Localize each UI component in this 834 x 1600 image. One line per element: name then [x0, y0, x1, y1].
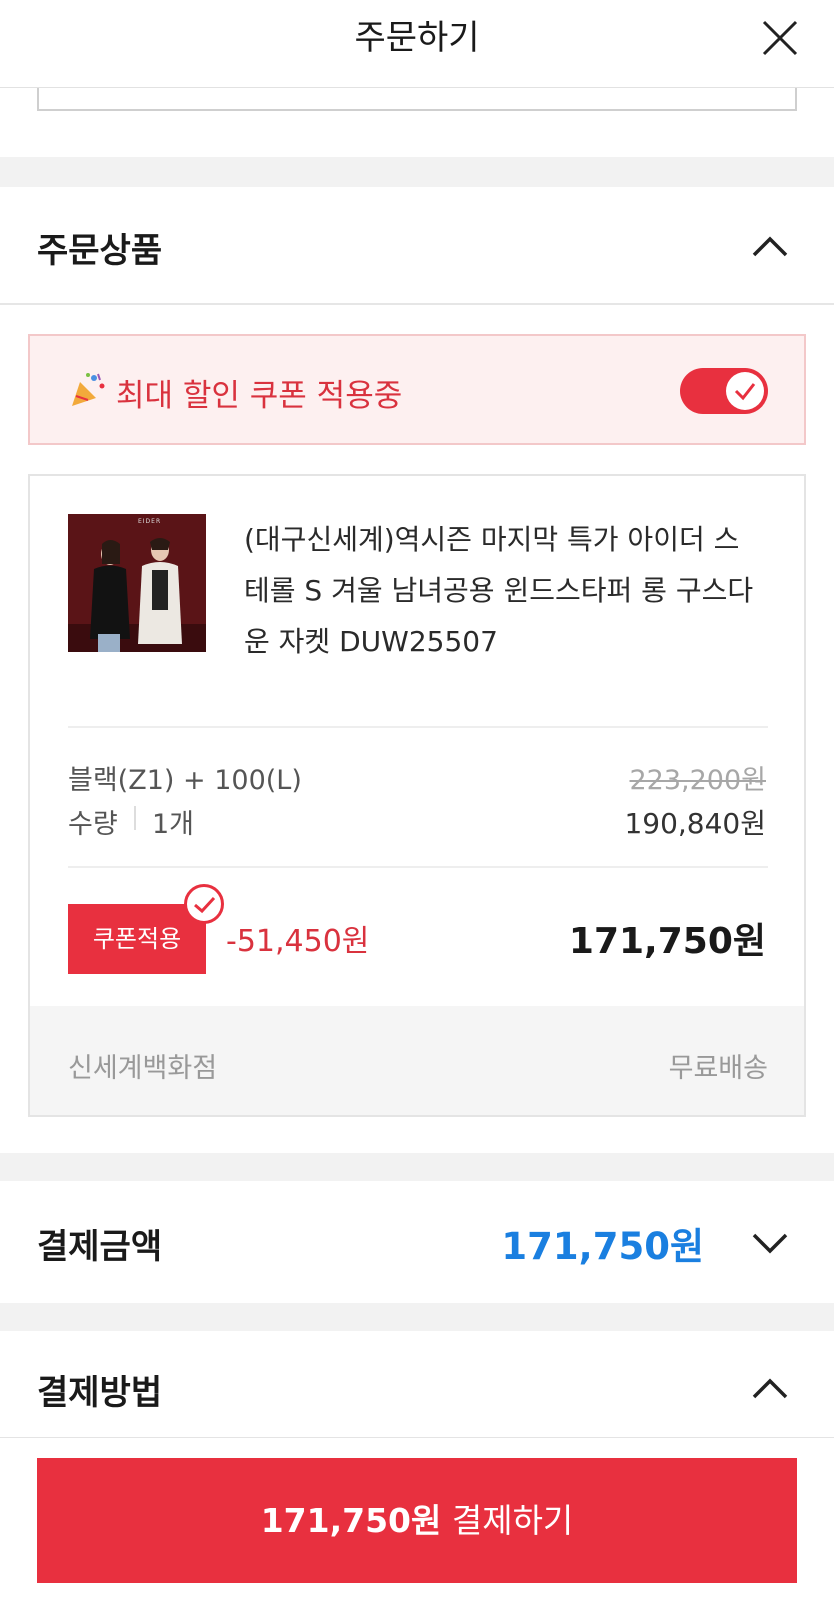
check-icon [734, 383, 756, 401]
order-items-header[interactable]: 주문상품 [0, 187, 834, 305]
toggle-knob [726, 372, 764, 410]
quantity-value: 1개 [152, 809, 195, 840]
coupon-banner-text: 최대 할인 쿠폰 적용중 [116, 378, 403, 414]
bottom-pay-bar: 171,750원 결제하기 [0, 1437, 834, 1600]
product-option: 블랙(Z1) + 100(L) [68, 765, 302, 796]
order-items-title: 주문상품 [37, 231, 163, 271]
product-thumbnail[interactable]: EIDER [68, 514, 206, 652]
section-divider [0, 1153, 834, 1181]
payment-total: 171,750원 [501, 1225, 704, 1268]
apply-coupon-button[interactable]: 쿠폰적용 [68, 904, 206, 974]
max-coupon-toggle[interactable] [680, 368, 768, 414]
discount-amount: -51,450원 [226, 924, 370, 959]
pay-button-label: 결제하기 [441, 1501, 574, 1540]
section-divider [0, 157, 834, 187]
card-divider [68, 866, 768, 868]
coupon-applied-check-icon [184, 884, 224, 924]
quantity-label: 수량 [68, 809, 118, 840]
page-title: 주문하기 [354, 18, 480, 58]
payment-method-title: 결제방법 [37, 1373, 163, 1413]
card-divider [68, 726, 768, 728]
max-coupon-banner: 최대 할인 쿠폰 적용중 [28, 334, 806, 445]
original-price: 223,200원 [629, 765, 767, 796]
header-divider [0, 303, 834, 305]
close-icon[interactable] [756, 14, 804, 62]
item-final-price: 171,750원 [568, 921, 766, 962]
seller-name: 신세계백화점 [68, 1053, 218, 1084]
address-field-bottom-edge [37, 88, 797, 111]
payment-method-header[interactable]: 결제방법 [0, 1331, 834, 1437]
section-divider [0, 1303, 834, 1331]
product-card: EIDER (대구신세계)역시즌 마지막 특가 아이더 스테롤 S 겨울 남녀공… [28, 474, 806, 1117]
payment-amount-header[interactable]: 결제금액 [0, 1181, 834, 1303]
chevron-up-icon[interactable] [750, 227, 790, 267]
party-popper-icon [68, 370, 108, 410]
quantity-separator [134, 806, 136, 830]
product-name[interactable]: (대구신세계)역시즌 마지막 특가 아이더 스테롤 S 겨울 남녀공용 윈드스타… [244, 514, 764, 667]
thumbnail-brand-text: EIDER [138, 518, 162, 525]
pay-button[interactable]: 171,750원 결제하기 [37, 1458, 797, 1583]
chevron-down-icon[interactable] [750, 1223, 790, 1263]
seller-shipping-row: 신세계백화점 무료배송 [30, 1006, 804, 1115]
payment-amount-title: 결제금액 [37, 1227, 163, 1267]
pay-button-amount: 171,750원 [260, 1501, 442, 1540]
sale-price: 190,840원 [624, 807, 766, 840]
chevron-up-icon[interactable] [750, 1369, 790, 1409]
top-header: 주문하기 [0, 0, 834, 88]
shipping-info: 무료배송 [668, 1053, 768, 1084]
